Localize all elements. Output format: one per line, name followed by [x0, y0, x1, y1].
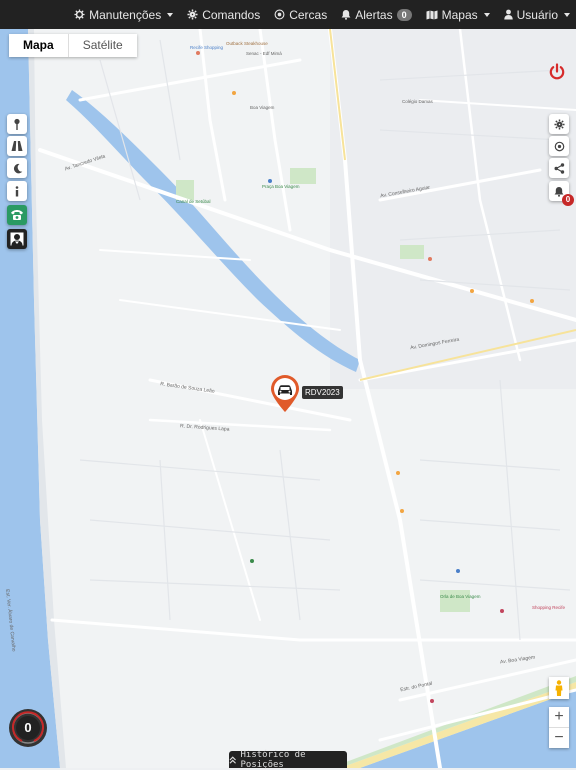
- menu-mapas[interactable]: Mapas: [426, 8, 490, 22]
- zoom-in-button[interactable]: +: [549, 707, 569, 727]
- zoom-control: + −: [549, 707, 569, 748]
- poi-marker[interactable]: [430, 699, 434, 703]
- poi-marker[interactable]: [470, 289, 474, 293]
- poi-marker[interactable]: [400, 509, 404, 513]
- night-mode-button[interactable]: [7, 158, 27, 178]
- user-icon: [503, 9, 513, 20]
- menu-comandos-label: Comandos: [202, 7, 261, 22]
- map-label: Senac - Edf Mimá: [246, 51, 282, 56]
- chevron-down-icon: [483, 12, 490, 17]
- gear-icon: [187, 9, 198, 20]
- menu-alertas[interactable]: Alertas 0: [341, 7, 412, 22]
- bell-icon: [554, 186, 564, 197]
- menu-cercas-label: Cercas: [289, 7, 328, 22]
- gear-icon: [553, 118, 565, 130]
- map-label: Praça Boa Viagem: [262, 184, 300, 189]
- menu-mapas-label: Mapas: [441, 7, 478, 22]
- menu-cercas[interactable]: Cercas: [274, 8, 327, 22]
- history-label: Histórico de Posições: [240, 749, 306, 770]
- road-icon: [11, 141, 23, 151]
- menu-manutencoes-label: Manutenções: [89, 7, 162, 22]
- chevron-down-icon: [564, 12, 570, 17]
- map-label: Recife Shopping: [190, 45, 224, 50]
- map-type-satelite-button[interactable]: Satélite: [67, 34, 137, 57]
- road-view-button[interactable]: [7, 136, 27, 156]
- history-toggle-button[interactable]: Histórico de Posições: [229, 749, 347, 770]
- map-label: Shopping Recife: [532, 605, 566, 610]
- map-label: Orla de Boa Viagem: [440, 594, 481, 599]
- speed-value: 0: [24, 720, 32, 735]
- alerts-badge: 0: [396, 8, 412, 21]
- target-icon: [554, 141, 564, 151]
- driver-button[interactable]: [7, 229, 27, 249]
- map-label: Canal de Setúbal: [176, 199, 211, 204]
- driver-icon: [10, 232, 24, 246]
- top-navbar: Manutenções Comandos Cercas Alertas 0 Ma…: [0, 0, 576, 29]
- zoom-out-button[interactable]: −: [549, 728, 569, 748]
- poi-marker[interactable]: [250, 559, 254, 563]
- share-icon: [554, 162, 564, 174]
- map-icon: [426, 10, 438, 19]
- poi-marker[interactable]: [530, 299, 534, 303]
- map-label: Outback Steakhouse: [226, 41, 268, 46]
- chevron-down-icon: [167, 12, 174, 17]
- share-button[interactable]: [549, 158, 569, 178]
- chevron-double-up-icon: [229, 755, 236, 764]
- map-type-mapa-button[interactable]: Mapa: [9, 34, 68, 57]
- moon-icon: [13, 163, 22, 173]
- poi-marker[interactable]: [428, 257, 432, 261]
- poi-marker[interactable]: [232, 91, 236, 95]
- street-view-pegman[interactable]: [549, 677, 569, 699]
- map-type-control: Mapa Satélite: [9, 34, 137, 57]
- info-button[interactable]: [7, 181, 27, 201]
- center-location-button[interactable]: [549, 136, 569, 156]
- map-label: Boa Viagem: [250, 105, 275, 110]
- menu-usuario-label: Usuário: [516, 7, 558, 22]
- pin-icon: [14, 118, 20, 130]
- menu-comandos[interactable]: Comandos: [187, 8, 260, 22]
- pegman-icon: [555, 680, 563, 696]
- poi-marker[interactable]: [196, 51, 200, 55]
- poi-marker[interactable]: [268, 179, 272, 183]
- alerts-count-badge: 0: [562, 194, 574, 206]
- menu-usuario[interactable]: Usuário: [503, 7, 570, 22]
- map-label: Colégio Damas: [402, 99, 433, 104]
- menu-alertas-label: Alertas: [355, 7, 393, 22]
- phone-icon: [11, 210, 23, 220]
- target-icon: [274, 9, 285, 20]
- wrench-gear-icon: [74, 9, 85, 20]
- poi-marker[interactable]: [396, 471, 400, 475]
- vehicle-label: RDV2023: [302, 386, 343, 399]
- power-icon: [549, 63, 565, 80]
- menu-manutencoes[interactable]: Manutenções: [74, 7, 174, 22]
- location-pin-button[interactable]: [7, 114, 27, 134]
- bell-icon: [341, 10, 351, 20]
- power-button[interactable]: [548, 63, 566, 81]
- vehicle-marker[interactable]: [270, 375, 300, 413]
- phone-button[interactable]: [7, 205, 27, 225]
- settings-button[interactable]: [549, 114, 569, 134]
- poi-marker[interactable]: [500, 609, 504, 613]
- info-icon: [15, 185, 19, 196]
- poi-marker[interactable]: [456, 569, 460, 573]
